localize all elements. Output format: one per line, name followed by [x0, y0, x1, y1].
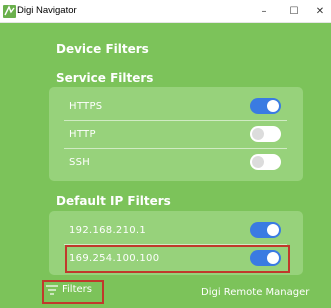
http-toggle[interactable]	[250, 126, 281, 142]
maximize-button[interactable]: ☐	[280, 0, 308, 22]
toggle-knob	[267, 100, 279, 112]
ip-filter-label: 192.168.210.1	[69, 225, 147, 236]
service-filter-label: HTTP	[69, 129, 96, 140]
ip-filter-toggle-192-168-210-1[interactable]	[250, 222, 281, 238]
service-filter-row-ssh: SSH	[49, 148, 303, 176]
title-bar: Digi Navigator – ☐ ✕	[0, 0, 331, 23]
maximize-icon: ☐	[289, 5, 299, 17]
default-ip-filters-heading: Default IP Filters	[56, 194, 171, 208]
window-title: Digi Navigator	[17, 5, 77, 16]
ssh-toggle[interactable]	[250, 154, 281, 170]
close-button[interactable]: ✕	[306, 0, 331, 22]
service-filter-row-http: HTTP	[49, 120, 303, 148]
service-filter-row-https: HTTPS	[49, 92, 303, 120]
service-filter-label: HTTPS	[69, 101, 103, 112]
digi-app-icon	[3, 5, 16, 18]
ip-filter-row: 192.168.210.1	[49, 216, 303, 244]
highlight-filters-button	[42, 280, 104, 304]
minimize-button[interactable]: –	[250, 0, 278, 22]
toggle-knob	[252, 128, 264, 140]
toggle-knob	[267, 224, 279, 236]
service-filters-heading: Service Filters	[56, 71, 154, 85]
digi-remote-manager-link[interactable]: Digi Remote Manager	[201, 287, 309, 298]
device-filters-heading: Device Filters	[56, 42, 149, 56]
close-icon: ✕	[315, 5, 325, 17]
service-filters-panel: HTTPS HTTP SSH	[49, 87, 303, 181]
minimize-icon: –	[261, 5, 267, 17]
highlight-ip-row	[65, 245, 290, 273]
toggle-knob	[252, 156, 264, 168]
https-toggle[interactable]	[250, 98, 281, 114]
service-filter-label: SSH	[69, 157, 91, 168]
